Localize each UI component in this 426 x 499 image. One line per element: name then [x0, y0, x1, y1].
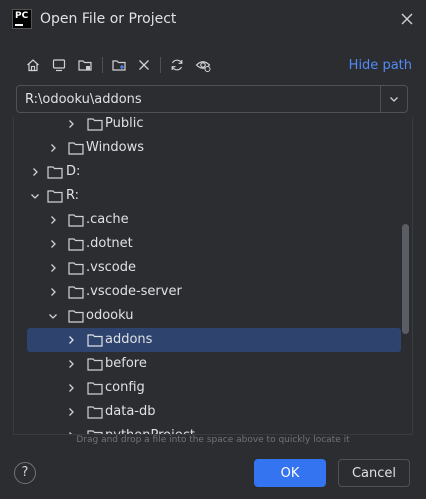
tree-scrollbar[interactable]	[402, 224, 409, 334]
drive-icon	[47, 166, 63, 179]
tree-item-label: pythonProject	[105, 428, 195, 434]
tree-item-drive-d[interactable]: D:	[14, 160, 400, 184]
desktop-icon[interactable]	[48, 54, 70, 76]
help-button[interactable]: ?	[14, 462, 36, 484]
tree-item-windows[interactable]: Windows	[14, 136, 400, 160]
tree-item-label: .dotnet	[86, 236, 133, 251]
chevron-right-icon[interactable]	[65, 118, 77, 130]
path-input[interactable]	[25, 91, 375, 107]
tree-item-data-db[interactable]: data-db	[14, 400, 400, 424]
chevron-right-icon[interactable]	[47, 214, 59, 226]
chevron-right-icon[interactable]	[65, 406, 77, 418]
new-folder-icon[interactable]	[108, 54, 130, 76]
tree-item-dotnet[interactable]: .dotnet	[14, 232, 400, 256]
folder-icon	[87, 118, 103, 131]
drive-icon	[47, 190, 63, 203]
drag-drop-hint: Drag and drop a file into the space abov…	[76, 435, 350, 445]
dialog-title: Open File or Project	[40, 11, 177, 27]
tree-item-label: Windows	[86, 140, 145, 155]
tree-item-label: Public	[105, 117, 144, 131]
delete-icon[interactable]	[133, 54, 155, 76]
tree-item-label: before	[105, 356, 147, 371]
title-bar: PC Open File or Project	[0, 0, 426, 40]
tree-item-label: .cache	[86, 212, 129, 227]
chevron-down-icon[interactable]	[29, 190, 41, 202]
chevron-right-icon[interactable]	[65, 382, 77, 394]
chevron-down-icon[interactable]	[380, 86, 407, 112]
chevron-right-icon[interactable]	[47, 286, 59, 298]
folder-icon	[87, 334, 103, 347]
folder-icon	[68, 238, 84, 251]
chevron-right-icon[interactable]	[65, 358, 77, 370]
folder-icon	[68, 142, 84, 155]
toolbar-separator	[160, 57, 161, 73]
toolbar-separator	[102, 57, 103, 73]
hide-path-link[interactable]: Hide path	[349, 58, 412, 73]
chevron-right-icon[interactable]	[47, 142, 59, 154]
folder-icon	[68, 310, 84, 323]
tree-item-vscode-server[interactable]: .vscode-server	[14, 280, 400, 304]
chevron-right-icon[interactable]	[65, 334, 77, 346]
home-icon[interactable]	[22, 54, 44, 76]
pycharm-logo-icon: PC	[12, 9, 32, 29]
folder-icon	[68, 214, 84, 227]
chevron-right-icon[interactable]	[47, 238, 59, 250]
tree-item-odooku[interactable]: odooku	[14, 304, 400, 328]
ok-button[interactable]: OK	[254, 459, 326, 487]
tree-item-label: D:	[66, 164, 81, 179]
tree-item-label: addons	[105, 332, 153, 347]
chevron-down-icon[interactable]	[47, 310, 59, 322]
tree-item-cache[interactable]: .cache	[14, 208, 400, 232]
close-icon[interactable]	[398, 10, 416, 28]
path-field[interactable]	[16, 85, 408, 113]
tree-item-public[interactable]: Public	[14, 117, 400, 136]
folder-icon	[87, 382, 103, 395]
cancel-button[interactable]: Cancel	[338, 459, 410, 487]
project-folder-icon[interactable]	[74, 54, 96, 76]
chevron-right-icon[interactable]	[29, 166, 41, 178]
tree-item-label: .vscode-server	[86, 284, 182, 299]
tree-item-label: data-db	[105, 404, 156, 419]
tree-item-label: R:	[66, 188, 80, 203]
tree-item-label: odooku	[86, 308, 134, 323]
tree-item-vscode[interactable]: .vscode	[14, 256, 400, 280]
folder-icon	[68, 286, 84, 299]
folder-icon	[68, 262, 84, 275]
folder-icon	[87, 406, 103, 419]
file-tree[interactable]: Public Windows D: R: .cache .dotnet .vsc…	[13, 117, 413, 435]
tree-item-pythonproject[interactable]: pythonProject	[14, 424, 400, 434]
tree-item-label: .vscode	[86, 260, 136, 275]
tree-item-addons[interactable]: addons	[27, 328, 401, 352]
tree-item-label: config	[105, 380, 145, 395]
show-hidden-icon[interactable]	[192, 54, 214, 76]
tree-item-config[interactable]: config	[14, 376, 400, 400]
tree-item-before[interactable]: before	[14, 352, 400, 376]
folder-icon	[87, 358, 103, 371]
tree-item-drive-r[interactable]: R:	[14, 184, 400, 208]
refresh-icon[interactable]	[166, 54, 188, 76]
chevron-right-icon[interactable]	[47, 262, 59, 274]
